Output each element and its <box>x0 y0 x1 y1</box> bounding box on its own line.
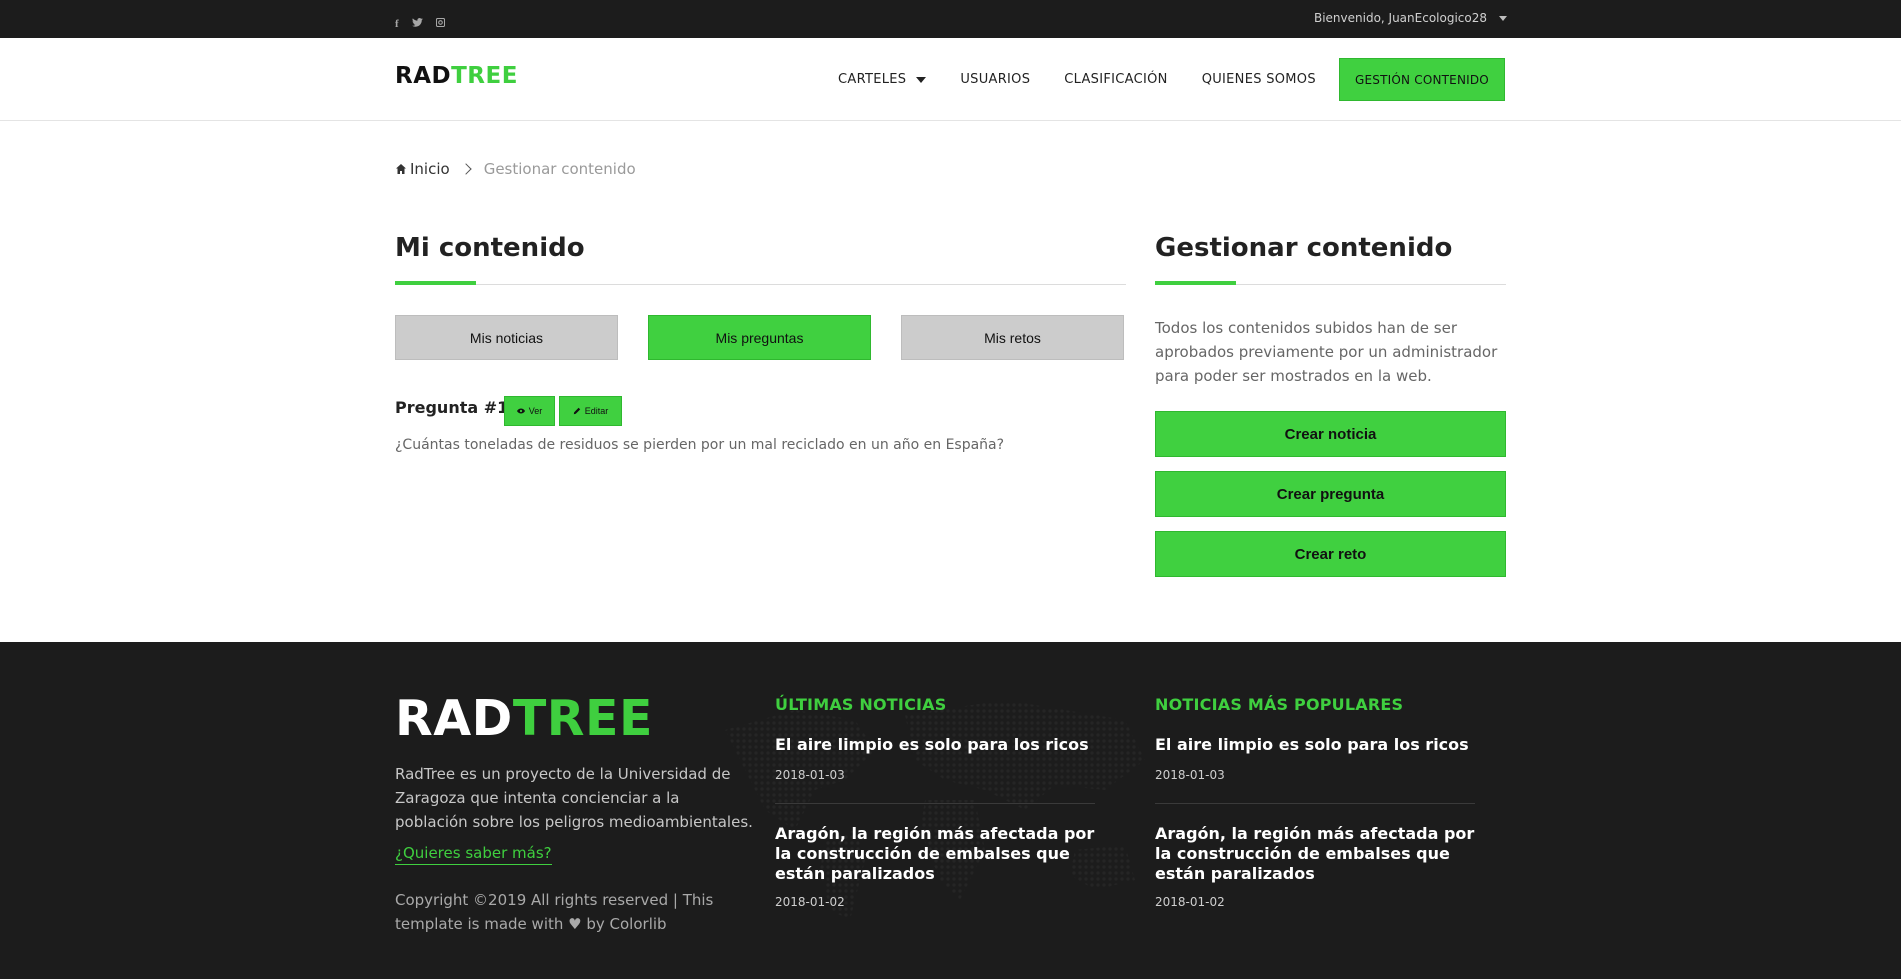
popular-news-item-title[interactable]: Aragón, la región más afectada por la co… <box>1155 824 1495 884</box>
footer-logo: RADTREE <box>395 690 653 747</box>
chevron-down-icon <box>1499 15 1507 21</box>
side-description: Todos los contenidos subidos han de ser … <box>1155 319 1498 385</box>
nav-carteles[interactable]: CARTELES <box>838 72 927 87</box>
footer-copyright: Copyright ©2019 All rights reserved | Th… <box>395 891 714 933</box>
latest-news-item-title[interactable]: El aire limpio es solo para los ricos <box>775 735 1115 755</box>
footer-more-link[interactable]: ¿Quieres saber más? <box>395 844 552 865</box>
instagram-icon[interactable] <box>435 12 445 31</box>
twitter-icon[interactable] <box>411 12 423 31</box>
footer-description: RadTree es un proyecto de la Universidad… <box>395 765 753 831</box>
view-button[interactable]: Ver <box>504 396 555 426</box>
home-icon <box>396 164 406 174</box>
question-text: ¿Cuántas toneladas de residuos se pierde… <box>395 437 1005 453</box>
latest-news-item-date: 2018-01-02 <box>775 895 845 909</box>
main-nav: CARTELES USUARIOS CLASIFICACIÓN QUIENES … <box>838 38 1350 121</box>
latest-news-item-title[interactable]: Aragón, la región más afectada por la co… <box>775 824 1115 884</box>
latest-news-item-date: 2018-01-03 <box>775 768 845 782</box>
popular-news-item-date: 2018-01-03 <box>1155 768 1225 782</box>
nav-usuarios[interactable]: USUARIOS <box>960 72 1030 87</box>
site-logo[interactable]: RADTREE <box>395 63 518 89</box>
main-header: RADTREE CARTELES USUARIOS CLASIFICACIÓN … <box>0 38 1901 121</box>
popular-news-item-title[interactable]: El aire limpio es solo para los ricos <box>1155 735 1495 755</box>
popular-news-item-date: 2018-01-02 <box>1155 895 1225 909</box>
crear-reto-button[interactable]: Crear reto <box>1155 531 1506 577</box>
title-accent-bar <box>395 281 476 285</box>
news-divider <box>1155 803 1475 804</box>
main-section-title: Mi contenido <box>395 233 585 263</box>
crear-pregunta-button[interactable]: Crear pregunta <box>1155 471 1506 517</box>
pencil-icon <box>573 407 580 415</box>
caret-down-icon <box>916 76 927 83</box>
site-footer: RADTREE RadTree es un proyecto de la Uni… <box>0 642 1901 979</box>
edit-button[interactable]: Editar <box>559 396 622 426</box>
tab-mis-preguntas[interactable]: Mis preguntas <box>648 315 871 360</box>
chevron-right-icon <box>460 163 472 175</box>
gestion-contenido-button[interactable]: GESTIÓN CONTENIDO <box>1339 58 1505 101</box>
nav-quienes-somos[interactable]: QUIENES SOMOS <box>1202 72 1316 87</box>
latest-news-title: ÚLTIMAS NOTICIAS <box>775 695 947 714</box>
nav-clasificacion[interactable]: CLASIFICACIÓN <box>1064 72 1167 87</box>
top-bar: f Bienvenido, JuanEcologico28 <box>0 0 1901 38</box>
breadcrumb-home-link[interactable]: Inicio <box>410 160 450 178</box>
breadcrumb: Inicio Gestionar contenido <box>395 160 636 178</box>
side-section-title: Gestionar contenido <box>1155 233 1453 263</box>
world-map-background <box>725 700 1145 920</box>
breadcrumb-current: Gestionar contenido <box>483 160 636 178</box>
tab-mis-retos[interactable]: Mis retos <box>901 315 1124 360</box>
popular-news-title: NOTICIAS MÁS POPULARES <box>1155 695 1404 714</box>
question-title: Pregunta #1 <box>395 398 509 417</box>
side-title-accent-bar <box>1155 281 1236 285</box>
social-links: f <box>395 12 445 31</box>
welcome-text: Bienvenido, JuanEcologico28 <box>1313 11 1487 25</box>
title-divider <box>395 284 1126 285</box>
news-divider <box>775 803 1095 804</box>
crear-noticia-button[interactable]: Crear noticia <box>1155 411 1506 457</box>
facebook-icon[interactable]: f <box>395 12 399 31</box>
user-menu[interactable]: Bienvenido, JuanEcologico28 <box>1314 11 1507 25</box>
tab-mis-noticias[interactable]: Mis noticias <box>395 315 618 360</box>
eye-icon <box>516 408 525 414</box>
